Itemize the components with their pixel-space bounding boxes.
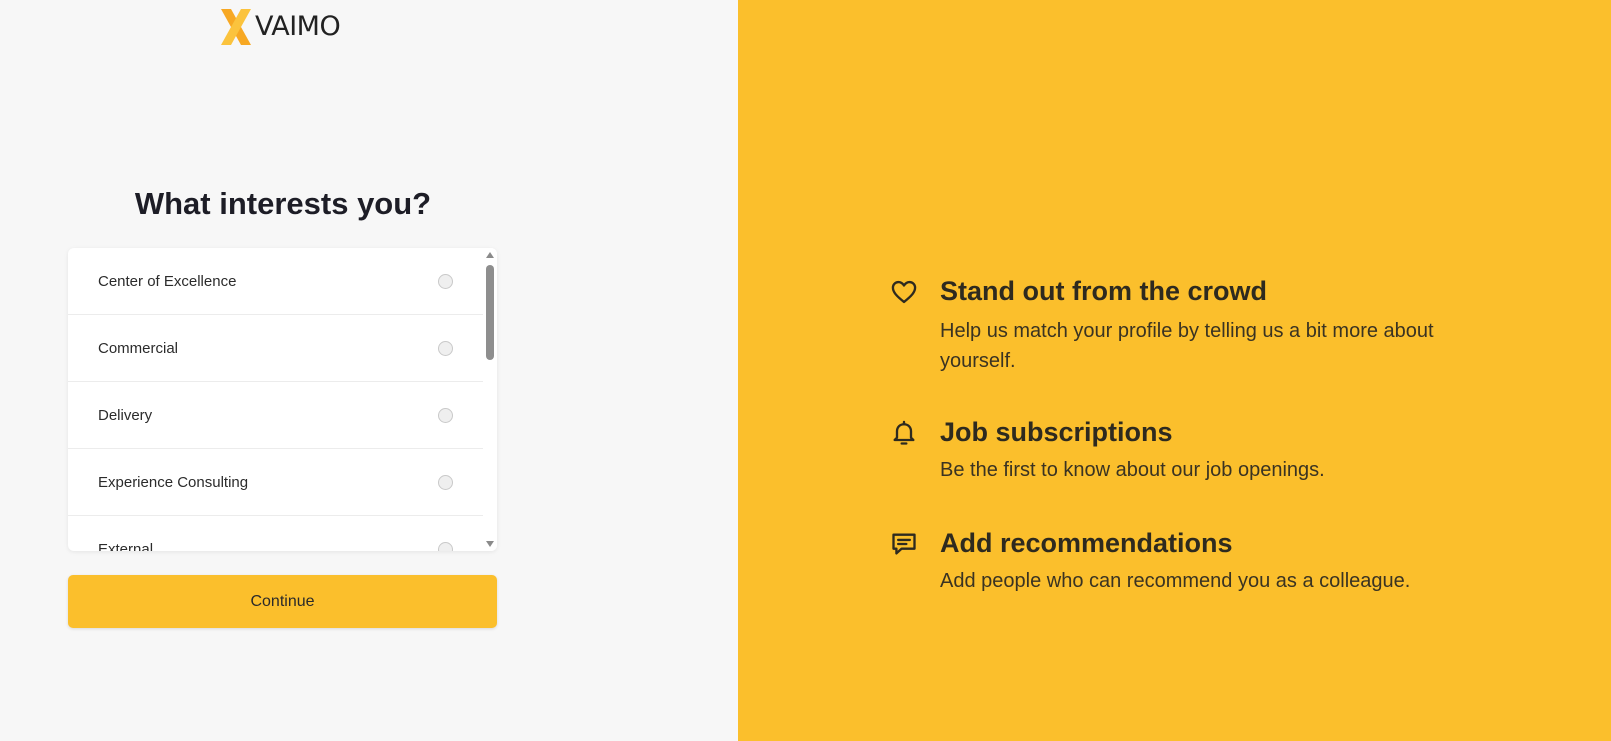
interest-list: Center of Excellence Commercial Delivery…	[68, 248, 497, 551]
list-item[interactable]: Commercial	[68, 315, 483, 382]
list-item-label: Center of Excellence	[98, 272, 237, 290]
feature-description: Add people who can recommend you as a co…	[940, 570, 1411, 592]
feature-description: Help us match your profile by telling us…	[940, 320, 1434, 372]
left-panel: VAIMO What interests you? Center of Exce…	[0, 0, 738, 741]
bell-icon	[893, 420, 915, 445]
radio-button[interactable]	[438, 340, 453, 356]
scroll-down-arrow-icon[interactable]	[486, 541, 494, 547]
feature-title: Stand out from the crowd	[940, 276, 1267, 306]
logo-text: VAIMO	[255, 11, 341, 42]
chat-icon	[892, 533, 916, 555]
page-title: What interests you?	[134, 186, 432, 221]
list-scrollbar[interactable]	[483, 248, 497, 551]
feature-description: Be the first to know about our job openi…	[940, 459, 1325, 481]
heart-icon	[891, 280, 917, 304]
list-item[interactable]: Center of Excellence	[68, 248, 483, 315]
list-item[interactable]: Delivery	[68, 382, 483, 449]
radio-button[interactable]	[438, 273, 453, 289]
list-item-label: Commercial	[98, 339, 179, 357]
list-item[interactable]: External	[68, 516, 483, 551]
list-item-label: External	[98, 540, 154, 552]
vaimo-logo[interactable]: VAIMO	[219, 9, 341, 45]
list-item-label: Delivery	[98, 406, 153, 424]
continue-button[interactable]: Continue	[68, 575, 497, 628]
scroll-up-arrow-icon[interactable]	[486, 252, 494, 258]
interest-list-scroll-area[interactable]: Center of Excellence Commercial Delivery…	[68, 248, 483, 551]
x-logo-mark-icon	[221, 9, 251, 45]
feature-title: Add recommendations	[940, 528, 1233, 558]
feature-title: Job subscriptions	[940, 417, 1173, 447]
radio-button[interactable]	[438, 541, 453, 551]
scrollbar-thumb[interactable]	[486, 265, 494, 360]
radio-button[interactable]	[438, 407, 453, 423]
list-item-label: Experience Consulting	[98, 473, 249, 491]
radio-button[interactable]	[438, 474, 453, 490]
list-item[interactable]: Experience Consulting	[68, 449, 483, 516]
